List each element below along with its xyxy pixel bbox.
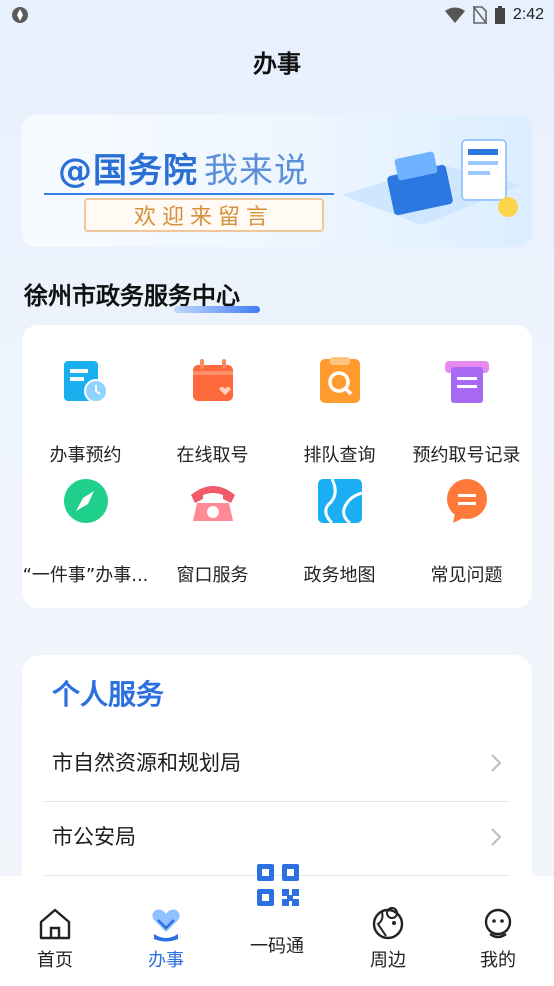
message-banner[interactable]: @国务院 我来说 欢迎来留言 xyxy=(22,115,532,247)
map-icon xyxy=(318,478,363,525)
banner-title: @国务院 我来说 xyxy=(58,151,309,191)
smiley-user-icon xyxy=(484,908,512,939)
banner-divider xyxy=(44,193,334,195)
grid-item-window-service[interactable]: 窗口服务 xyxy=(149,445,276,586)
page-title: 办事 xyxy=(253,50,301,78)
app-notification-icon xyxy=(12,7,28,23)
tab-home[interactable]: 首页 xyxy=(15,904,95,974)
compass-icon xyxy=(64,479,108,523)
grid-item-ticket-record[interactable]: 预约取号记录 xyxy=(403,325,530,466)
calendar-ticket-icon xyxy=(193,359,233,401)
service-center-heading: 徐州市政务服务中心 xyxy=(24,276,260,313)
grid-item-faq[interactable]: 常见问题 xyxy=(403,445,530,586)
chevron-right-icon xyxy=(491,754,502,772)
list-item[interactable]: 市自然资源和规划局 xyxy=(44,727,510,802)
appointment-icon xyxy=(64,361,108,403)
services-grid: 办事预约 在线取号 排队查询 预约取号记录 “一件事”办事... 窗口服务 政务… xyxy=(22,325,532,608)
tab-nearby[interactable]: 周边 xyxy=(348,904,428,974)
banner-illustration xyxy=(342,139,522,225)
wifi-icon xyxy=(444,7,465,23)
queue-search-icon xyxy=(320,357,360,403)
tab-qr-code[interactable]: 一码通 xyxy=(237,862,317,972)
personal-services-title: 个人服务 xyxy=(52,678,165,711)
qr-code-icon xyxy=(257,864,299,906)
status-bar: 2:42 xyxy=(0,0,554,30)
banner-pill: 欢迎来留言 xyxy=(84,198,324,232)
grid-item-online-ticket[interactable]: 在线取号 xyxy=(149,325,276,466)
grid-item-appointment[interactable]: 办事预约 xyxy=(22,325,149,466)
clock-time: 2:42 xyxy=(512,6,544,23)
heart-hands-icon xyxy=(152,909,180,942)
location-globe-icon xyxy=(372,907,404,940)
grid-item-queue-query[interactable]: 排队查询 xyxy=(276,325,403,466)
no-sim-icon xyxy=(472,6,487,24)
home-icon xyxy=(39,908,71,940)
tab-mine[interactable]: 我的 xyxy=(458,904,538,974)
telephone-icon xyxy=(191,486,235,521)
battery-icon xyxy=(494,6,505,24)
ticket-record-icon xyxy=(445,361,489,403)
grid-item-gov-map[interactable]: 政务地图 xyxy=(276,445,403,586)
bottom-tab-bar: 首页 办事 一码通 周边 我的 xyxy=(0,864,554,986)
tab-services[interactable]: 办事 xyxy=(126,904,206,974)
chat-bubble-icon xyxy=(447,479,487,523)
grid-item-one-thing[interactable]: “一件事”办事... xyxy=(22,445,149,586)
chevron-right-icon xyxy=(491,828,502,846)
